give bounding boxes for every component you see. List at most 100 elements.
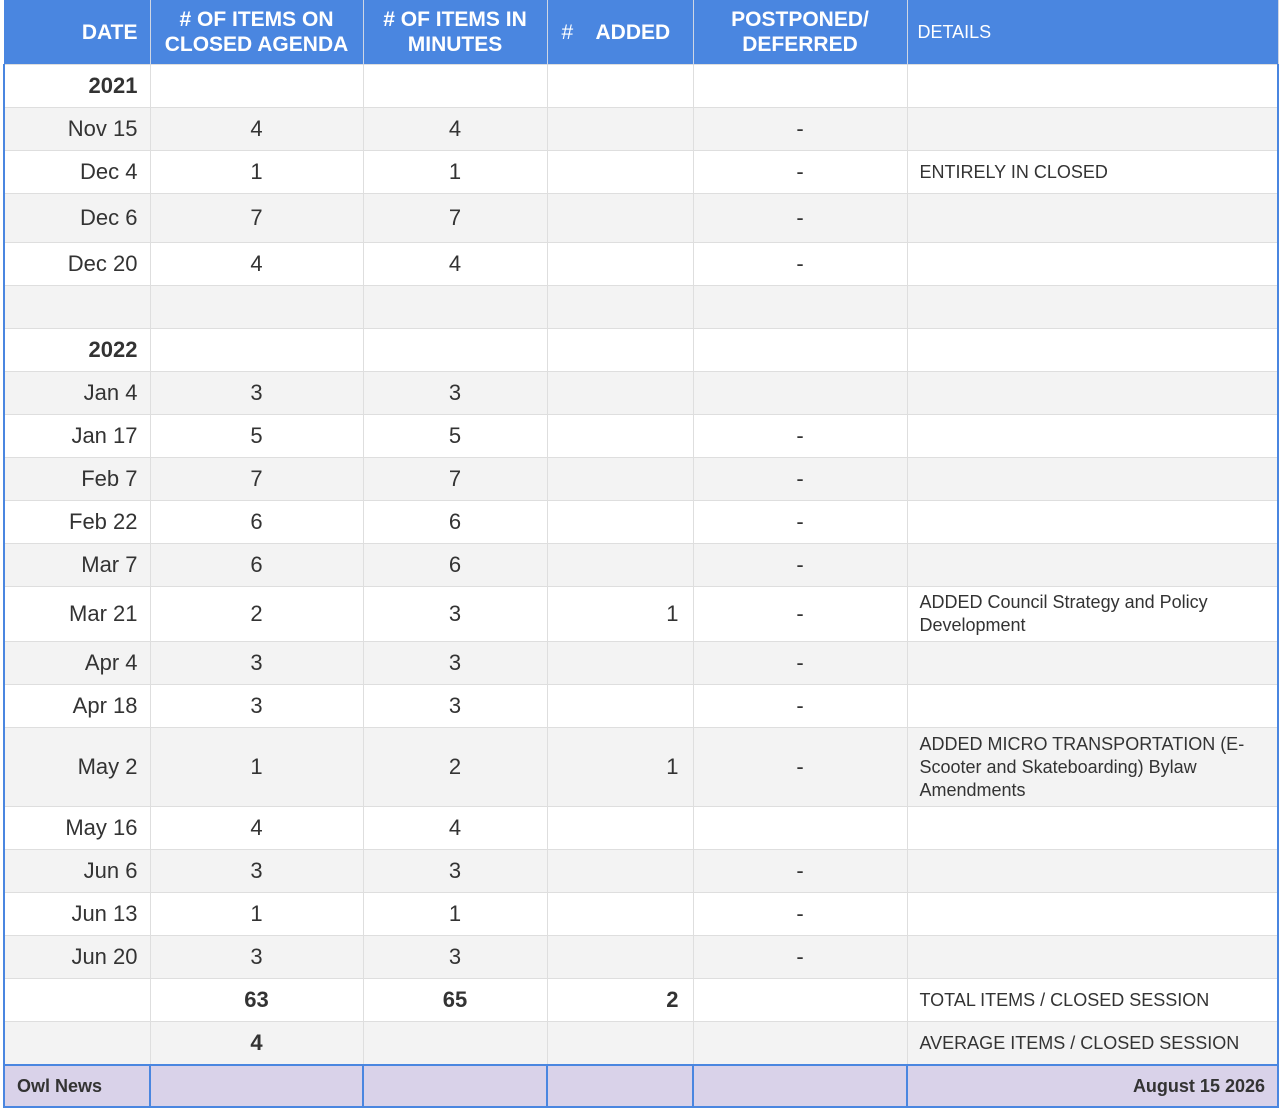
- date-cell: Jun 6: [3, 849, 151, 893]
- date-cell: May 16: [3, 806, 151, 850]
- added-cell: [546, 641, 694, 685]
- postponed-cell: [692, 806, 908, 850]
- added-cell: [546, 414, 694, 458]
- minutes-cell: 3: [362, 641, 548, 685]
- footer-cell: [546, 1064, 694, 1108]
- details-cell: [906, 414, 1279, 458]
- postponed-cell: [692, 64, 908, 108]
- minutes-cell: 4: [362, 242, 548, 286]
- minutes-cell: 6: [362, 543, 548, 587]
- table-row: [3, 285, 1279, 329]
- date-cell: Nov 15: [3, 107, 151, 151]
- added-cell: [546, 849, 694, 893]
- date-cell: Dec 6: [3, 193, 151, 243]
- closed-agenda-cell: 6: [149, 543, 364, 587]
- date-cell: Apr 4: [3, 641, 151, 685]
- closed-agenda-cell: 3: [149, 935, 364, 979]
- closed-agenda-cell: 1: [149, 892, 364, 936]
- table-row: Dec 4 1 1- ENTIRELY IN CLOSED: [3, 150, 1279, 194]
- added-cell: [546, 371, 694, 415]
- table-row: Jun 20 3 3-: [3, 935, 1279, 979]
- minutes-cell: 4: [362, 806, 548, 850]
- closed-agenda-cell: [149, 328, 364, 372]
- average-minutes: [362, 1021, 548, 1066]
- table-body: 2021 Nov 15 4 4- Dec 4 1 1- ENTIRELY IN CLOSED D…: [3, 64, 1279, 979]
- closed-agenda-cell: 3: [149, 684, 364, 728]
- closed-agenda-cell: 4: [149, 107, 364, 151]
- details-cell: [906, 641, 1279, 685]
- postponed-cell: -: [692, 193, 908, 243]
- minutes-cell: 3: [362, 371, 548, 415]
- postponed-cell: -: [692, 684, 908, 728]
- table-row: Jan 17 5 5-: [3, 414, 1279, 458]
- date-cell: Mar 7: [3, 543, 151, 587]
- details-cell: [906, 457, 1279, 501]
- minutes-cell: 6: [362, 500, 548, 544]
- postponed-cell: -: [692, 586, 908, 642]
- added-cell: [546, 242, 694, 286]
- details-cell: [906, 107, 1279, 151]
- postponed-cell: -: [692, 242, 908, 286]
- table-row: Apr 18 3 3-: [3, 684, 1279, 728]
- average-row: 4 AVERAGE ITEMS / CLOSED SESSION: [3, 1021, 1279, 1066]
- added-cell: [546, 892, 694, 936]
- footer-row: Owl News August 15 2026: [3, 1064, 1279, 1108]
- header-added-label: ADDED: [595, 20, 671, 44]
- minutes-cell: 3: [362, 586, 548, 642]
- added-cell: [546, 935, 694, 979]
- details-cell: [906, 193, 1279, 243]
- header-details: DETAILS: [907, 0, 1279, 65]
- details-cell: ENTIRELY IN CLOSED: [906, 150, 1279, 194]
- table-row: May 16 4 4: [3, 806, 1279, 850]
- added-cell: [546, 193, 694, 243]
- closed-agenda-cell: 4: [149, 242, 364, 286]
- table-row: Jun 13 1 1-: [3, 892, 1279, 936]
- table-row: Jun 633-: [3, 849, 1279, 893]
- postponed-cell: -: [692, 892, 908, 936]
- postponed-cell: -: [692, 543, 908, 587]
- added-cell: [546, 64, 694, 108]
- closed-session-table: DATE # OF ITEMS ON CLOSED AGENDA # OF IT…: [3, 0, 1279, 1108]
- minutes-cell: 1: [362, 150, 548, 194]
- date-cell: [3, 285, 151, 329]
- closed-agenda-cell: 7: [149, 457, 364, 501]
- details-cell: ADDED Council Strategy and Policy Develo…: [906, 586, 1279, 642]
- details-cell: [906, 684, 1279, 728]
- date-cell: 2022: [3, 328, 151, 372]
- minutes-cell: 5: [362, 414, 548, 458]
- header-added-hash: #: [561, 20, 574, 44]
- postponed-cell: -: [692, 150, 908, 194]
- date-cell: Feb 7: [3, 457, 151, 501]
- totals-label: TOTAL ITEMS / CLOSED SESSION: [906, 978, 1279, 1022]
- totals-minutes: 65: [362, 978, 548, 1022]
- table-row: Feb 777-: [3, 457, 1279, 501]
- minutes-cell: [362, 285, 548, 329]
- minutes-cell: 7: [362, 193, 548, 243]
- postponed-cell: -: [692, 641, 908, 685]
- footer-date: August 15 2026: [906, 1064, 1279, 1108]
- date-cell: Jan 4: [3, 371, 151, 415]
- totals-date: [3, 978, 151, 1022]
- date-cell: Jan 17: [3, 414, 151, 458]
- postponed-cell: -: [692, 414, 908, 458]
- totals-agenda: 63: [149, 978, 364, 1022]
- date-cell: May 2: [3, 727, 151, 807]
- table-row: Mar 766-: [3, 543, 1279, 587]
- average-label: AVERAGE ITEMS / CLOSED SESSION: [906, 1021, 1279, 1066]
- details-cell: [906, 242, 1279, 286]
- closed-agenda-cell: 6: [149, 500, 364, 544]
- added-cell: [546, 107, 694, 151]
- added-cell: [546, 150, 694, 194]
- date-cell: Dec 20: [3, 242, 151, 286]
- table-row: Apr 433-: [3, 641, 1279, 685]
- details-cell: [906, 64, 1279, 108]
- minutes-cell: 2: [362, 727, 548, 807]
- details-cell: [906, 328, 1279, 372]
- table-row: Jan 433: [3, 371, 1279, 415]
- totals-postponed: [692, 978, 908, 1022]
- footer-cell: [362, 1064, 548, 1108]
- header-closed-agenda: # OF ITEMS ON CLOSED AGENDA: [150, 0, 364, 65]
- header-row: DATE # OF ITEMS ON CLOSED AGENDA # OF IT…: [4, 0, 1279, 65]
- postponed-cell: [692, 371, 908, 415]
- details-cell: [906, 806, 1279, 850]
